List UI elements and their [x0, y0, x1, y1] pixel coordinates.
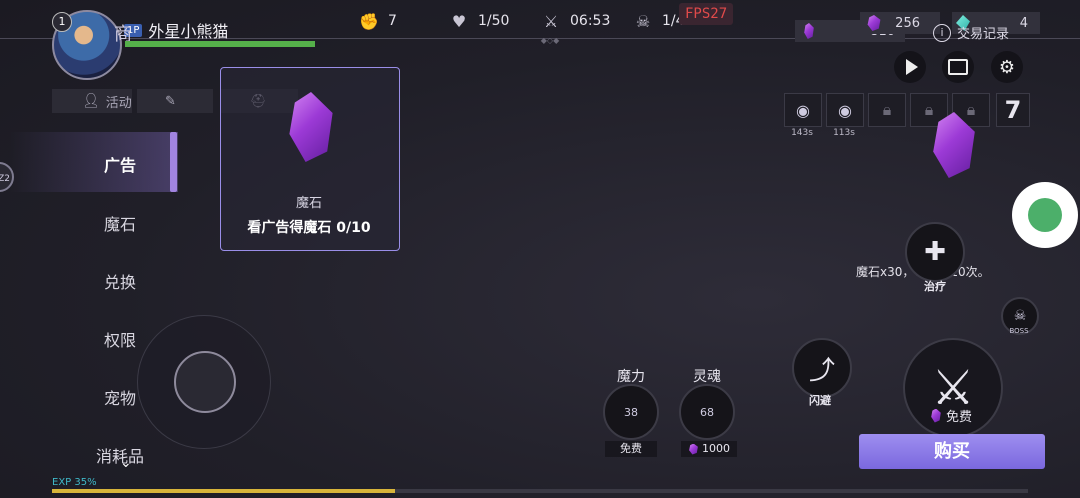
boot-icon: ⤴	[808, 355, 835, 386]
sidebar-item-magic-stone[interactable]: 魔石	[60, 211, 180, 235]
stat-timer: ⚔ 06:53	[540, 10, 611, 32]
chevron-down-icon[interactable]: ⌄	[120, 455, 132, 471]
boss-label: BOSS	[1009, 327, 1029, 335]
gear-icon: ⚙	[998, 56, 1016, 78]
spiral-icon: ◉	[838, 100, 852, 120]
exp-bar-fill	[52, 489, 395, 493]
play-icon	[906, 59, 918, 75]
price-tag: 免费	[930, 406, 972, 425]
card-subtitle: 看广告得魔石 0/10	[247, 220, 371, 236]
wave-counter: 7	[996, 93, 1030, 127]
pet-icon	[1028, 198, 1062, 232]
lock-icon: 🔒︎	[924, 100, 934, 119]
player-name-row: 商 1P 外星小熊猫	[114, 18, 229, 45]
dodge-skill-button[interactable]: ⤴	[792, 338, 852, 398]
heal-skill-button[interactable]: ✚	[905, 222, 965, 282]
cooldown-1-time: 143s	[791, 128, 813, 138]
price-label: 免费	[946, 410, 973, 425]
purple-gem-icon	[689, 443, 698, 455]
heart-rate-icon: ♥	[451, 11, 467, 31]
trade-record-link[interactable]: i 交易记录	[933, 23, 1009, 42]
stat-boss: ☠ 1/4	[632, 10, 685, 32]
demon-skull-icon: ☠	[1013, 308, 1027, 324]
spiral-icon: ◉	[796, 100, 810, 120]
soul-label: 灵魂	[693, 369, 721, 385]
mana-label: 魔力	[617, 369, 645, 385]
pet-assistant-button[interactable]	[1012, 182, 1078, 248]
tab-activity[interactable]: 👤︎ 活动	[52, 89, 132, 113]
soul-value: 68	[700, 405, 714, 419]
exp-label: EXP 35%	[52, 477, 97, 488]
scroll-icon: ✎	[165, 93, 176, 109]
player-name: 外星小熊猫	[148, 22, 229, 41]
soul-price: 1000	[681, 441, 737, 457]
cooldown-slot-2[interactable]: ◉	[826, 93, 864, 127]
player-hp-bar	[125, 41, 315, 47]
heart-plus-icon: ✚	[924, 237, 946, 267]
lock-icon: 🔒︎	[966, 100, 976, 119]
trade-record-label: 交易记录	[957, 27, 1010, 42]
purple-resource: 256	[860, 12, 940, 34]
sidebar-item-ads[interactable]: 广告	[60, 152, 180, 176]
tab-scroll[interactable]: ✎	[137, 89, 213, 113]
stat-power-value: 7	[388, 13, 397, 29]
stat-hp: ♥ 1/50	[448, 10, 510, 32]
cyan-resource-value: 4	[1019, 15, 1028, 31]
player-level: 1	[52, 12, 72, 32]
demon-skull-icon: ☠	[635, 11, 651, 31]
sidebar-item-exchange[interactable]: 兑换	[60, 269, 180, 293]
stat-power: ✊ 7	[358, 10, 397, 32]
joystick-knob[interactable]	[174, 351, 236, 413]
monitor-gear-icon	[948, 59, 968, 75]
person-icon: 👤︎	[82, 93, 100, 109]
locked-slot-1: 🔒︎	[868, 93, 906, 127]
purple-gem-icon	[867, 15, 881, 31]
stat-hp-value: 1/50	[478, 13, 510, 29]
screen-settings-button[interactable]	[942, 51, 974, 83]
soul-price-value: 1000	[702, 442, 730, 455]
dodge-label: 闪避	[809, 394, 831, 407]
lock-icon: 🔒︎	[882, 100, 892, 119]
crossed-swords-icon: ⚔	[543, 11, 559, 31]
magic-stone-icon	[804, 23, 814, 39]
info-icon: i	[933, 23, 951, 42]
fist-icon: ✊	[359, 11, 379, 31]
cooldown-2-time: 113s	[833, 128, 855, 138]
card-title: 魔石	[295, 196, 322, 211]
heal-label: 治疗	[924, 280, 946, 293]
cooldown-slot-1[interactable]: ◉	[784, 93, 822, 127]
mana-value: 38	[624, 405, 638, 419]
buy-button[interactable]: 购买	[859, 434, 1045, 469]
mana-skill-button[interactable]: 38	[603, 384, 659, 440]
stat-timer-value: 06:53	[570, 13, 611, 29]
magic-stone-icon	[931, 408, 941, 423]
settings-button[interactable]: ⚙	[991, 51, 1023, 83]
ornament-icon: ◆◇◆	[540, 36, 560, 45]
tab-activity-label: 活动	[105, 95, 132, 111]
soul-skill-button[interactable]: 68	[679, 384, 735, 440]
fps-counter: FPS27	[679, 3, 734, 25]
play-button[interactable]	[894, 51, 926, 83]
purple-resource-value: 256	[895, 15, 920, 31]
mana-price: 免费	[605, 441, 657, 457]
